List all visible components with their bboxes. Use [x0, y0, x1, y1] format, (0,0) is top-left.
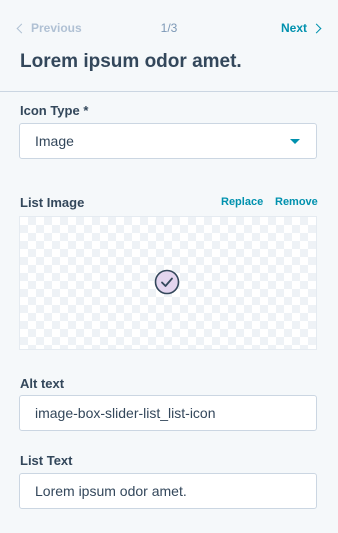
list-text-label: List Text — [20, 453, 73, 468]
list-image-label: List Image — [20, 195, 85, 210]
icon-type-label: Icon Type * — [20, 103, 89, 118]
pagination-nav: Previous 1/3 Next — [0, 0, 338, 44]
next-label: Next — [280, 21, 307, 35]
remove-image-button[interactable]: Remove — [275, 196, 318, 208]
list-text-value: Lorem ipsum odor amet. — [35, 483, 187, 499]
icon-type-select[interactable]: Image — [19, 123, 317, 159]
chevron-left-icon — [16, 23, 27, 33]
caret-down-icon — [290, 139, 300, 144]
header-divider — [0, 91, 338, 92]
list-text-input[interactable]: Lorem ipsum odor amet. — [19, 473, 317, 509]
alt-text-label: Alt text — [20, 376, 65, 391]
previous-label: Previous — [31, 21, 82, 35]
replace-image-button[interactable]: Replace — [221, 196, 263, 208]
chevron-right-icon — [311, 23, 322, 33]
alt-text-value: image-box-slider-list_list-icon — [35, 405, 216, 421]
previous-button[interactable]: Previous — [16, 21, 82, 35]
check-circle-icon — [154, 269, 180, 295]
alt-text-input[interactable]: image-box-slider-list_list-icon — [19, 395, 317, 431]
page-title: Lorem ipsum odor amet. — [20, 51, 242, 72]
next-button[interactable]: Next — [281, 21, 322, 35]
icon-type-value: Image — [35, 133, 74, 149]
